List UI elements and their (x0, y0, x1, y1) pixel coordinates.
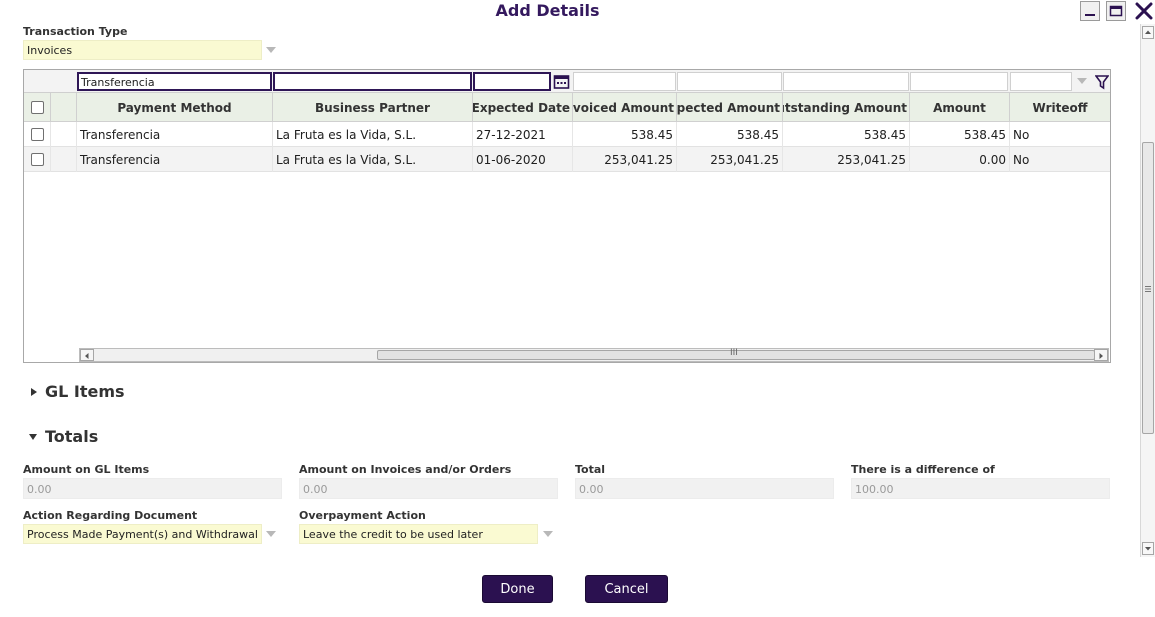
scroll-down-button[interactable] (1142, 542, 1154, 555)
calendar-icon[interactable] (553, 73, 570, 90)
scroll-left-button[interactable] (80, 349, 94, 361)
filter-writeoff[interactable] (1010, 72, 1072, 91)
cancel-button[interactable]: Cancel (585, 575, 668, 603)
overpayment-label: Overpayment Action (299, 509, 426, 522)
arrow-down-icon (1145, 547, 1151, 551)
grid-horizontal-scrollbar[interactable]: III (79, 348, 1109, 362)
scroll-right-button[interactable] (1094, 349, 1108, 361)
chevron-down-icon[interactable] (266, 47, 276, 53)
scroll-grip-icon (1145, 286, 1151, 292)
chevron-down-icon[interactable] (543, 531, 553, 537)
close-button[interactable] (1133, 0, 1155, 22)
maximize-button[interactable] (1106, 1, 1126, 21)
overpayment-select[interactable]: Leave the credit to be used later (299, 524, 538, 544)
amount-gl-items-label: Amount on GL Items (23, 463, 150, 476)
cell-payment-method: Transferencia (77, 147, 273, 172)
maximize-icon (1109, 5, 1123, 17)
total-field: 0.00 (575, 478, 834, 499)
select-all-checkbox[interactable] (30, 101, 44, 114)
header-outstanding-amount[interactable]: Outstanding Amount (783, 93, 910, 122)
total-label: Total (575, 463, 606, 476)
cell-invoiced-amount: 253,041.25 (573, 147, 677, 172)
section-gl-items[interactable]: GL Items (45, 382, 125, 401)
row-checkbox[interactable] (30, 128, 44, 141)
row-indicator (51, 147, 77, 172)
difference-label: There is a difference of (851, 463, 995, 476)
header-payment-method[interactable]: Payment Method (77, 93, 273, 122)
arrow-right-icon (1099, 353, 1103, 359)
filter-expected-date[interactable] (473, 72, 551, 91)
table-row[interactable]: Transferencia La Fruta es la Vida, S.L. … (24, 147, 1110, 172)
done-button[interactable]: Done (482, 575, 553, 603)
filter-payment-method[interactable]: Transferencia (77, 72, 272, 91)
amount-invoices-label: Amount on Invoices and/or Orders (299, 463, 512, 476)
chevron-down-icon[interactable] (266, 531, 276, 537)
row-checkbox[interactable] (30, 153, 44, 166)
scroll-thumb-grip: III (730, 348, 738, 358)
chevron-down-icon[interactable] (1077, 78, 1087, 84)
header-expected-amount[interactable]: Expected Amount (677, 93, 783, 122)
dialog-vertical-scrollbar[interactable] (1140, 24, 1155, 557)
collapse-arrow-icon[interactable] (29, 434, 37, 440)
amount-gl-items-field: 0.00 (23, 478, 282, 499)
row-indicator-header (51, 93, 77, 122)
cell-expected-date: 27-12-2021 (473, 122, 573, 147)
cell-amount[interactable]: 538.45 (910, 122, 1010, 147)
header-amount[interactable]: Amount (910, 93, 1010, 122)
cell-business-partner: La Fruta es la Vida, S.L. (273, 122, 473, 147)
cell-outstanding-amount: 253,041.25 (783, 147, 910, 172)
cell-invoiced-amount: 538.45 (573, 122, 677, 147)
select-all-cell (24, 93, 51, 122)
arrow-up-icon (1145, 30, 1151, 34)
cell-writeoff[interactable]: No (1010, 147, 1110, 172)
filter-outstanding-amount[interactable] (783, 72, 909, 91)
row-indicator (51, 122, 77, 147)
cell-expected-amount: 253,041.25 (677, 147, 783, 172)
table-row[interactable]: Transferencia La Fruta es la Vida, S.L. … (24, 122, 1110, 147)
dialog-title: Add Details (495, 1, 600, 20)
section-totals[interactable]: Totals (45, 427, 98, 446)
minimize-button[interactable] (1080, 1, 1100, 21)
header-writeoff[interactable]: Writeoff (1010, 93, 1110, 122)
vertical-scroll-thumb[interactable] (1142, 142, 1154, 434)
cell-writeoff[interactable]: No (1010, 122, 1110, 147)
amount-invoices-field: 0.00 (299, 478, 558, 499)
filter-amount[interactable] (910, 72, 1008, 91)
cell-outstanding-amount: 538.45 (783, 122, 910, 147)
arrow-left-icon (85, 353, 89, 359)
filter-invoiced-amount[interactable] (573, 72, 676, 91)
filter-business-partner[interactable] (273, 72, 472, 91)
header-expected-date[interactable]: Expected Date (473, 93, 573, 122)
horizontal-scroll-thumb[interactable]: III (377, 348, 1095, 360)
cell-amount[interactable]: 0.00 (910, 147, 1010, 172)
expand-arrow-icon[interactable] (31, 388, 37, 396)
difference-field: 100.00 (851, 478, 1110, 499)
close-icon (1135, 2, 1153, 20)
cell-expected-date: 01-06-2020 (473, 147, 573, 172)
invoices-grid: Transferencia Payment Method Business Pa… (23, 69, 1111, 363)
filter-expected-amount[interactable] (677, 72, 782, 91)
minimize-icon (1085, 14, 1095, 16)
header-business-partner[interactable]: Business Partner (273, 93, 473, 122)
cell-business-partner: La Fruta es la Vida, S.L. (273, 147, 473, 172)
row-select-cell (24, 122, 51, 147)
action-document-select[interactable]: Process Made Payment(s) and Withdrawal (23, 524, 262, 544)
grid-header-row: Payment Method Business Partner Expected… (24, 93, 1110, 122)
action-document-label: Action Regarding Document (23, 509, 198, 522)
cell-expected-amount: 538.45 (677, 122, 783, 147)
transaction-type-select[interactable]: Invoices (23, 40, 262, 60)
scroll-up-button[interactable] (1142, 26, 1154, 39)
header-invoiced-amount[interactable]: Invoiced Amount (573, 93, 677, 122)
cell-payment-method: Transferencia (77, 122, 273, 147)
transaction-type-label: Transaction Type (23, 25, 128, 38)
add-details-dialog: Add Details Transaction Type Invoices Tr… (0, 0, 1155, 617)
filter-funnel-icon[interactable] (1094, 74, 1110, 90)
grid-filter-row: Transferencia (24, 70, 1110, 93)
row-select-cell (24, 147, 51, 172)
